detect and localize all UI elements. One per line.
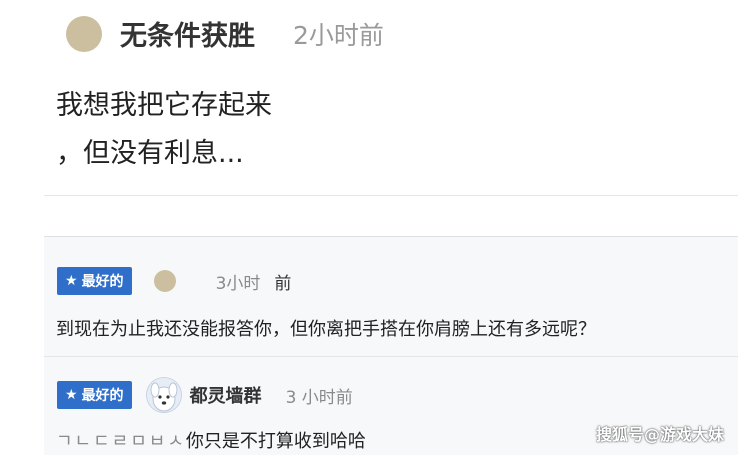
post-avatar[interactable] <box>66 15 102 52</box>
comment-avatar[interactable] <box>145 377 182 413</box>
comment-header: ★ 最好的 3小时 前 <box>57 267 291 295</box>
comment-text-body: 你只是不打算收到哈哈 <box>185 431 366 452</box>
post-header: 无条件获胜 2小时前 <box>66 14 384 53</box>
best-badge-label: 最好的 <box>81 274 124 290</box>
star-icon: ★ <box>65 387 78 403</box>
dog-avatar-icon <box>146 378 181 412</box>
comment-username[interactable]: 都灵墙群 <box>190 382 262 408</box>
comment-header: ★ 最好的 都灵墙群 3 小时前 <box>57 377 353 413</box>
best-badge: ★ 最好的 <box>57 267 132 295</box>
post-timestamp: 2小时前 <box>293 20 384 50</box>
comment-timestamp: 3 小时前 <box>285 387 353 408</box>
comment-avatar[interactable] <box>153 270 176 292</box>
post-body-line-2: ，但没有利息... <box>56 138 244 169</box>
best-badge: ★ 最好的 <box>57 381 132 409</box>
post-body: 我想我把它存起来 ，但没有利息... <box>56 82 272 178</box>
comment-text: 到现在为止我还没能报答你，但你离把手搭在你肩膀上还有多远呢？ <box>56 319 596 340</box>
star-icon: ★ <box>65 273 78 289</box>
post-username[interactable]: 无条件获胜 <box>120 14 255 53</box>
watermark: 搜狐号@游戏大妹 <box>595 425 724 444</box>
post-card: 无条件获胜 2小时前 我想我把它存起来 ，但没有利息... <box>44 0 738 196</box>
comment-text: ㄱㄴㄷㄹㅁㅂㅅ你只是不打算收到哈哈 <box>56 427 366 453</box>
best-badge-label: 最好的 <box>81 388 124 404</box>
comment-timestamp-suffix: 前 <box>274 273 292 294</box>
comment-item: ★ 最好的 3小时 前 到现在为止我还没能报答你，但你离把手搭在你肩膀上还有多远… <box>44 237 738 357</box>
post-body-line-1: 我想我把它存起来 <box>56 90 272 121</box>
comment-text-prefix: ㄱㄴㄷㄹㅁㅂㅅ <box>56 431 186 452</box>
comment-timestamp: 3小时 <box>215 273 261 294</box>
section-spacer <box>44 196 738 236</box>
